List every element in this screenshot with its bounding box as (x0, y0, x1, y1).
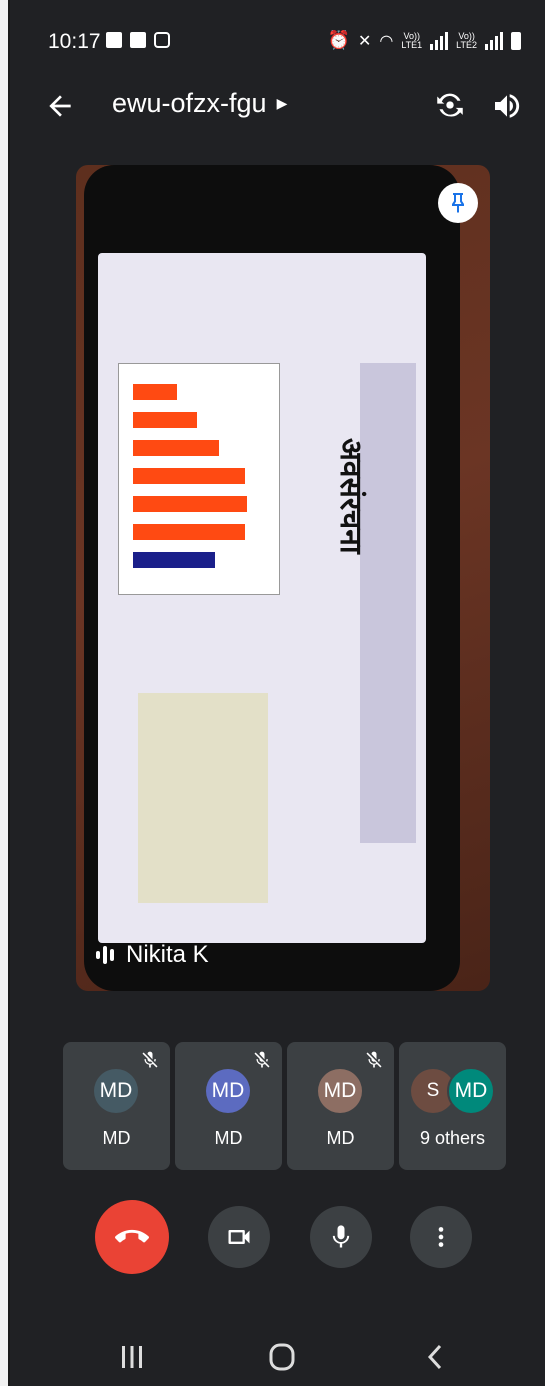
slide-bar (133, 440, 219, 456)
signal1-icon (430, 31, 449, 50)
battery-icon (511, 31, 521, 50)
lte1-indicator: Vo)) LTE1 (401, 30, 423, 50)
slide-title: अवसंरचना (334, 438, 367, 554)
back-arrow-icon[interactable] (44, 90, 76, 122)
switch-camera-icon[interactable] (433, 88, 467, 122)
avatar: MD (94, 1069, 138, 1113)
participant-name: MD (326, 1128, 355, 1148)
chevron-right-icon: ▶ (276, 95, 288, 111)
slide-bar (133, 524, 245, 540)
others-avatars: S MD (411, 1067, 495, 1115)
participant-tile[interactable]: MD MD (63, 1042, 170, 1170)
end-call-button[interactable] (95, 1200, 169, 1274)
cast-icon (154, 32, 170, 48)
slide-bar-chart (118, 363, 280, 595)
camera-toggle-button[interactable] (208, 1206, 270, 1268)
background-window-edge (0, 0, 10, 1386)
slide-note-box (138, 693, 268, 903)
video-camera-icon (228, 1230, 250, 1244)
status-bar: 10:17 ⏰ ✕ ◠ Vo)) LTE1 Vo)) LTE2 (48, 22, 521, 62)
mic-off-icon (254, 1051, 270, 1068)
slide-bar (133, 552, 215, 568)
presentation-slide: अवसंरचना (98, 253, 426, 943)
alarm-icon: ⏰ (327, 30, 350, 50)
nav-back-icon[interactable] (416, 1342, 456, 1372)
avatar: MD (447, 1067, 495, 1115)
mic-off-icon (366, 1051, 382, 1068)
meet-call-screen: 10:17 ⏰ ✕ ◠ Vo)) LTE1 Vo)) LTE2 ewu-ofzx-f… (10, 0, 545, 1386)
signal2-icon (485, 31, 503, 50)
system-icons: ⏰ ✕ ◠ Vo)) LTE1 Vo)) LTE2 (328, 30, 521, 51)
mic-off-icon (142, 1051, 158, 1068)
participant-tile[interactable]: MD MD (287, 1042, 394, 1170)
slide-bar (133, 384, 177, 400)
participant-name: MD (214, 1128, 243, 1148)
presented-phone: अवसंरचना (84, 165, 460, 991)
system-navigation-bar (10, 1330, 545, 1386)
wifi-icon: ◠ (379, 32, 394, 50)
status-time: 10:17 (48, 30, 101, 53)
presenter-label: Nikita K (96, 941, 209, 969)
others-count: 9 others (419, 1128, 486, 1148)
participant-strip: MD MD MD MD MD MD S MD 9 others (63, 1042, 506, 1170)
microphone-toggle-button[interactable] (310, 1206, 372, 1268)
home-icon[interactable] (262, 1342, 302, 1372)
speaker-icon[interactable] (491, 90, 523, 122)
participant-tile[interactable]: MD MD (175, 1042, 282, 1170)
pin-icon (452, 193, 464, 213)
slide-header-band (360, 363, 416, 843)
avatar: MD (206, 1069, 250, 1113)
microphone-icon (332, 1225, 350, 1248)
image-icon (130, 32, 146, 48)
vibrate-icon: ✕ (357, 32, 372, 50)
notification-icons (106, 32, 170, 48)
meeting-code: ewu-ofzx-fgu (112, 88, 267, 118)
call-header: ewu-ofzx-fgu ▶ (10, 78, 545, 134)
recents-icon[interactable] (112, 1342, 152, 1372)
message-icon (106, 32, 122, 48)
presenter-name: Nikita K (126, 941, 209, 968)
slide-bar (133, 496, 247, 512)
slide-bar (133, 468, 245, 484)
presenter-video[interactable]: अवसंरचना Nikita K (76, 165, 490, 991)
more-vert-icon (438, 1227, 444, 1247)
participant-name: MD (102, 1128, 131, 1148)
audio-level-icon (96, 945, 114, 965)
lte2-indicator: Vo)) LTE2 (456, 30, 477, 50)
others-tile[interactable]: S MD 9 others (399, 1042, 506, 1170)
meeting-title[interactable]: ewu-ofzx-fgu ▶ (112, 88, 287, 119)
avatar: MD (318, 1069, 362, 1113)
end-call-icon (115, 1229, 149, 1243)
pin-button[interactable] (438, 183, 478, 223)
slide-bar (133, 412, 197, 428)
more-options-button[interactable] (410, 1206, 472, 1268)
